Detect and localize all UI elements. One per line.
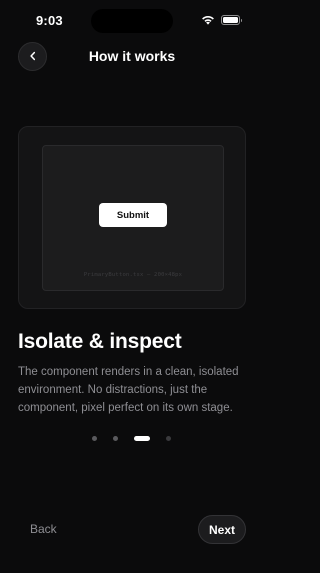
submit-button[interactable]: Submit: [99, 203, 167, 227]
pagination-dot-1[interactable]: [92, 435, 97, 441]
battery-fill: [223, 17, 238, 23]
canvas-caption: PrimaryButton.tsx — 200×48px: [83, 272, 183, 278]
pagination: [92, 435, 171, 441]
next-button[interactable]: Next: [198, 515, 246, 544]
page-title: How it works: [88, 48, 176, 64]
pagination-dot-2[interactable]: [113, 435, 118, 441]
status-bar: 9:03: [0, 0, 264, 40]
battery-tip: [240, 18, 242, 22]
battery-icon: [221, 15, 242, 25]
header: How it works: [0, 40, 264, 74]
pagination-dot-4[interactable]: [166, 435, 171, 441]
back-link[interactable]: Back: [30, 522, 57, 536]
headline: Isolate & inspect: [18, 330, 182, 353]
description: The component renders in a clean, isolat…: [18, 366, 239, 414]
preview-stage: Submit PrimaryButton.tsx — 200×48px: [18, 126, 246, 309]
wifi-icon: [201, 15, 215, 25]
status-icons: [201, 14, 242, 26]
status-time: 9:03: [36, 13, 63, 28]
pagination-dot-3-active[interactable]: [134, 435, 150, 441]
preview-canvas: Submit PrimaryButton.tsx — 200×48px: [42, 145, 224, 291]
dynamic-island: [91, 9, 173, 33]
